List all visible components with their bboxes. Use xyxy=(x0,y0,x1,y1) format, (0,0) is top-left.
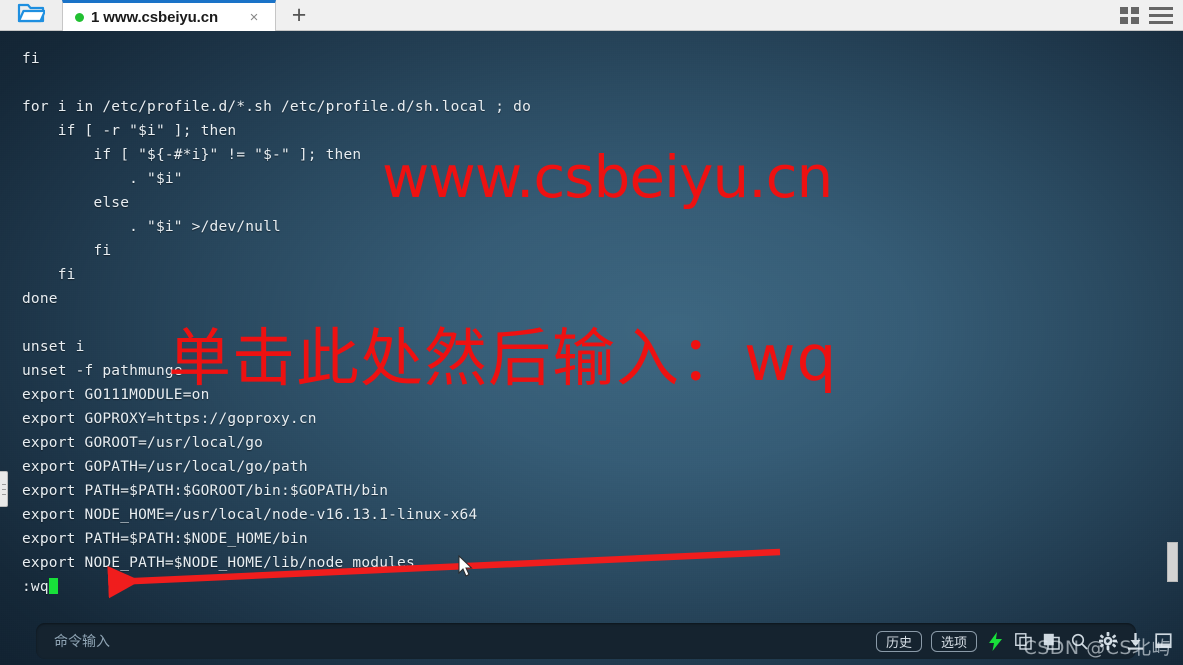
tab-status-dot xyxy=(75,12,84,22)
title-bar: 1 www.csbeiyu.cn × + xyxy=(0,0,1183,31)
annotation-instruction: 单击此处然后输入：wq xyxy=(168,322,838,395)
vertical-scrollbar[interactable] xyxy=(1167,31,1183,665)
history-button[interactable]: 历史 xyxy=(876,630,922,652)
browser-tab-1[interactable]: 1 www.csbeiyu.cn × xyxy=(62,0,276,31)
terminal-lines: fi for i in /etc/profile.d/*.sh /etc/pro… xyxy=(22,51,531,571)
options-button[interactable]: 选项 xyxy=(931,630,977,652)
open-folder-icon xyxy=(17,2,47,29)
hamburger-menu-icon[interactable] xyxy=(1149,6,1173,24)
annotation-url-watermark: www.csbeiyu.cn xyxy=(382,143,833,211)
terminal-application-window: 1 www.csbeiyu.cn × + fi for i in /etc/pr… xyxy=(0,0,1183,665)
text-cursor xyxy=(48,578,58,594)
command-bar: 命令输入 历史 选项 CSDN @CS北屿 xyxy=(0,615,1183,665)
new-tab-button[interactable]: + xyxy=(276,0,322,30)
sidebar-collapse-handle[interactable] xyxy=(0,471,8,507)
command-input-placeholder: 命令输入 xyxy=(54,634,110,650)
lightning-bolt-icon[interactable] xyxy=(986,631,1005,651)
terminal-pane[interactable]: fi for i in /etc/profile.d/*.sh /etc/pro… xyxy=(0,31,1183,665)
scrollbar-thumb[interactable] xyxy=(1167,542,1178,582)
open-folder-button[interactable] xyxy=(0,0,63,30)
csdn-watermark: CSDN @CS北屿 xyxy=(1023,637,1171,659)
grid-view-icon[interactable] xyxy=(1120,6,1139,24)
mouse-cursor-icon xyxy=(458,555,473,577)
titlebar-actions xyxy=(1120,0,1179,30)
close-icon[interactable]: × xyxy=(246,10,262,26)
terminal-prompt: :wq xyxy=(22,579,49,595)
tab-title: 1 www.csbeiyu.cn xyxy=(91,8,219,26)
